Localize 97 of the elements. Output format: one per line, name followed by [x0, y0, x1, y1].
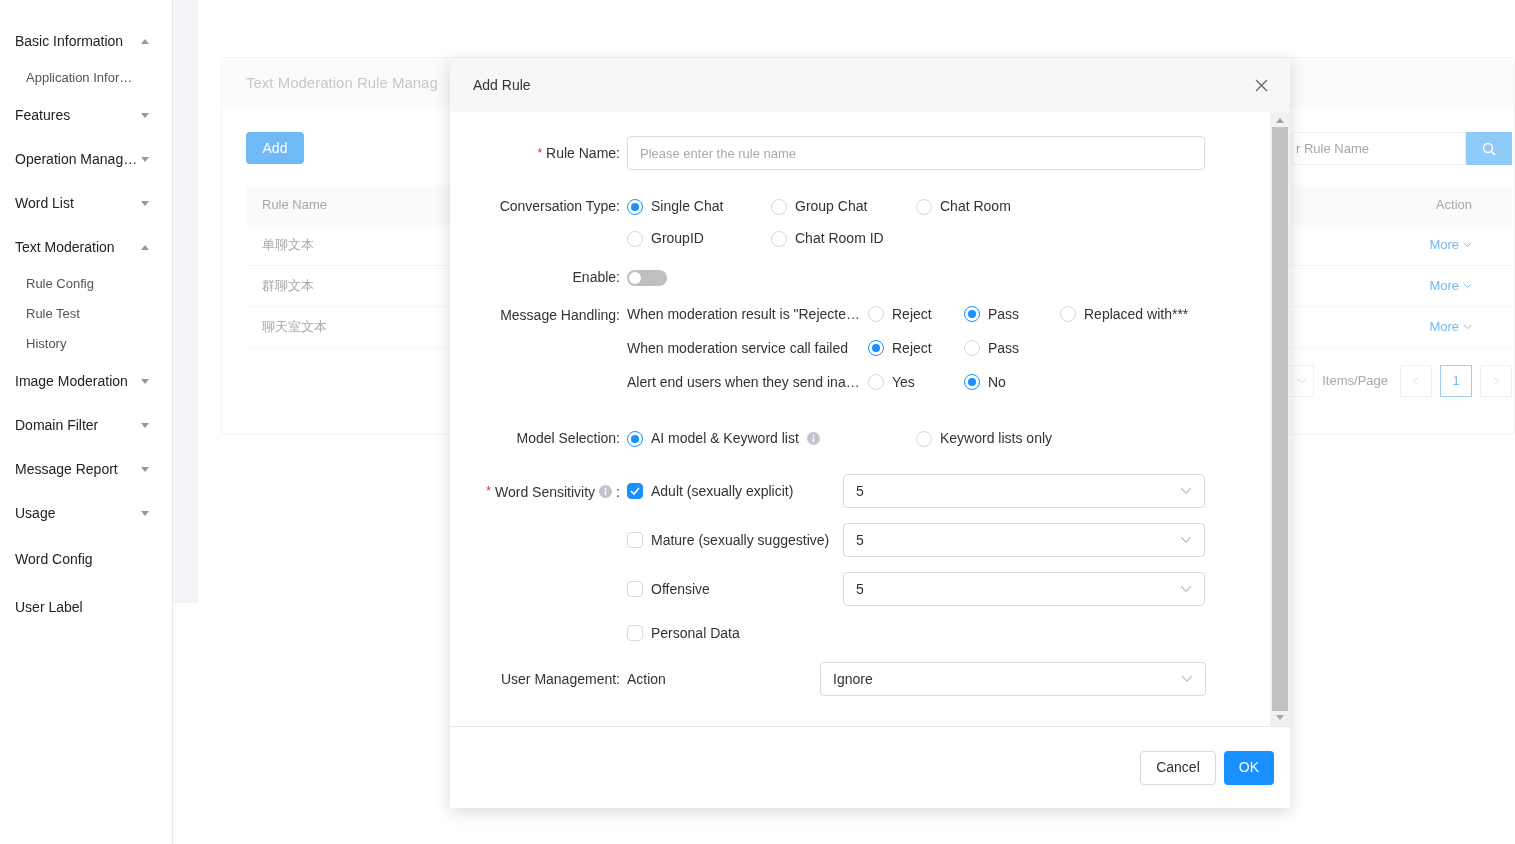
enable-toggle[interactable]: [627, 269, 667, 286]
table-cell-text: 聊天室文本: [262, 318, 327, 337]
radio-label: Chat Room: [940, 197, 1011, 216]
chevron-down-icon: [1296, 378, 1307, 384]
chevron-right-icon: [1493, 376, 1499, 386]
page-size-label: Items/Page: [1322, 372, 1388, 391]
dropdown-select[interactable]: Ignore: [820, 662, 1206, 696]
close-icon[interactable]: [1255, 78, 1268, 92]
column-header: Action: [1435, 196, 1472, 215]
radio-label: Pass: [988, 338, 1020, 358]
handling-condition: When moderation service call failed: [627, 338, 849, 358]
radio-label: Pass: [988, 304, 1020, 324]
caret-down-icon: [141, 466, 149, 472]
radio-button[interactable]: [868, 340, 884, 356]
caret-down-icon: [141, 200, 149, 206]
sidebar-subitem[interactable]: History: [0, 329, 172, 359]
sidebar-item[interactable]: Usage: [0, 491, 172, 535]
checkbox-label: Mature (sexually suggestive): [651, 530, 830, 550]
chevron-down-icon: [1180, 487, 1192, 495]
field-label: Model Selection:: [516, 429, 620, 448]
next-page-button[interactable]: [1480, 365, 1512, 397]
cancel-button[interactable]: Cancel: [1140, 750, 1216, 785]
radio-label: GroupID: [651, 229, 704, 248]
sidebar-item[interactable]: Word Config: [0, 535, 172, 583]
radio-label: Single Chat: [651, 197, 724, 216]
sidebar-subitem[interactable]: Rule Test: [0, 299, 172, 329]
required-mark: *: [537, 145, 543, 162]
scrollbar[interactable]: [1270, 112, 1290, 726]
label-colon: :: [616, 483, 620, 502]
radio-label: Group Chat: [795, 197, 868, 216]
sidebar-item[interactable]: Basic Information: [0, 19, 172, 63]
checkbox-label: Adult (sexually explicit): [651, 481, 794, 501]
chevron-down-icon: [1463, 283, 1472, 289]
radio-label: AI model & Keyword list: [651, 429, 799, 448]
info-icon: [806, 432, 820, 445]
radio-label: Yes: [892, 372, 915, 392]
chevron-down-icon: [1181, 675, 1193, 683]
handling-condition: When moderation result is "Rejecte…: [627, 304, 861, 324]
sidebar-item[interactable]: Message Report: [0, 447, 172, 491]
sidebar-item[interactable]: Operation Manag…: [0, 137, 172, 181]
search-button[interactable]: [1466, 132, 1512, 165]
dialog-title: Add Rule: [473, 75, 531, 95]
caret-down-icon: [141, 112, 149, 118]
checkbox[interactable]: [627, 483, 643, 499]
column-header: Rule Name: [262, 196, 328, 215]
field-label: User Management:: [500, 669, 620, 689]
caret-down-icon: [141, 378, 149, 384]
radio-label: Keyword lists only: [940, 429, 1053, 448]
action-label: Action: [627, 669, 667, 689]
caret-down-icon: [141, 156, 149, 162]
radio-label: Chat Room ID: [795, 229, 884, 248]
sidebar-item[interactable]: Image Moderation: [0, 359, 172, 403]
radio-button[interactable]: [964, 306, 980, 322]
field-label: Enable:: [572, 268, 620, 287]
dropdown-select[interactable]: 5: [843, 474, 1205, 508]
caret-up-icon: [141, 244, 149, 250]
radio-button[interactable]: [627, 430, 643, 447]
chevron-left-icon: [1413, 376, 1419, 386]
caret-down-icon: [141, 510, 149, 516]
sidebar-item[interactable]: Features: [0, 93, 172, 137]
checkbox-label: Offensive: [651, 579, 710, 599]
dropdown-select[interactable]: 5: [843, 572, 1205, 606]
dropdown-select[interactable]: 5: [843, 523, 1205, 557]
caret-down-icon: [141, 422, 149, 428]
required-mark: *: [486, 483, 491, 500]
caret-up-icon: [141, 38, 149, 44]
radio-label: No: [988, 372, 1006, 392]
chevron-down-icon: [1180, 585, 1192, 593]
scroll-up-icon[interactable]: [1276, 118, 1284, 123]
scroll-down-icon[interactable]: [1276, 715, 1284, 720]
radio-button[interactable]: [964, 374, 980, 390]
sidebar-subitem[interactable]: Application Infor…: [0, 63, 172, 93]
sidebar-item[interactable]: Text Moderation: [0, 225, 172, 269]
sidebar-item[interactable]: Domain Filter: [0, 403, 172, 447]
field-label: Message Handling:: [500, 306, 620, 325]
handling-condition: Alert end users when they send ina…: [627, 372, 861, 392]
prev-page-button[interactable]: [1400, 365, 1432, 397]
radio-label: Replaced with***: [1084, 304, 1189, 324]
rule-name-field[interactable]: Please enter the rule name: [627, 136, 1205, 170]
checkbox-label: Personal Data: [651, 623, 740, 643]
check-icon: [630, 487, 640, 495]
chevron-down-icon: [1180, 536, 1192, 544]
field-label: Rule Name:: [546, 143, 620, 163]
field-label: Conversation Type:: [499, 197, 620, 216]
search-icon: [1482, 141, 1496, 156]
field-label: Word Sensitivity: [495, 483, 596, 502]
radio-label: Reject: [892, 338, 932, 358]
table-cell-text: 单聊文本: [262, 236, 314, 255]
radio-button[interactable]: [627, 198, 643, 215]
chevron-down-icon: [1463, 242, 1472, 248]
sidebar-item[interactable]: User Label: [0, 583, 172, 631]
radio-label: Reject: [892, 304, 932, 324]
sidebar-subitem[interactable]: Rule Config: [0, 269, 172, 299]
info-icon: [599, 485, 613, 498]
sidebar-item[interactable]: Word List: [0, 181, 172, 225]
chevron-down-icon: [1463, 324, 1472, 330]
table-cell-text: 群聊文本: [262, 277, 314, 296]
